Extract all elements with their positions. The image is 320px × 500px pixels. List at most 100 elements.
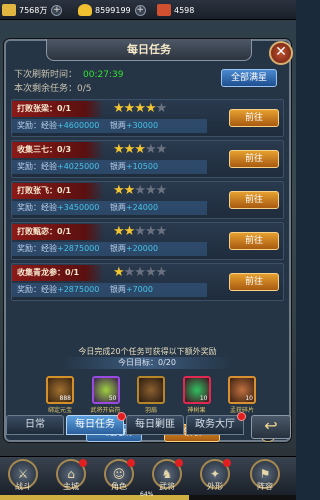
task-name: 打败张梁：0/1 [12, 101, 104, 117]
reward-item[interactable]: 888 绑定元宝 [46, 376, 74, 414]
item-label: 羽扇 [144, 407, 157, 414]
fan-icon [137, 376, 165, 404]
task-row: 收集三七：0/3 ★★★★★ 奖励：经验+4025000 银两+10500 前往 [11, 140, 284, 178]
silver-value: +7000 [125, 285, 153, 294]
remaining-info: 本次剩余任务：0/5 [14, 84, 92, 94]
task-reward: 奖励：经验+2875000 银两+20000 [12, 242, 207, 256]
go-button[interactable]: 前往 [229, 232, 279, 250]
task-row: 打败张梁：0/1 ★★★★★ 奖励：经验+4600000 银两+30000 前往 [11, 99, 284, 137]
exp-value: +4600000 [57, 121, 100, 130]
notification-dot-icon [127, 459, 135, 467]
gold-value: 8599199 [95, 5, 131, 15]
reward-item[interactable]: 羽扇 [137, 376, 165, 414]
refresh-timer: 00:27:39 [83, 70, 124, 80]
nav-appearance[interactable]: ✦ 外形 [200, 459, 231, 492]
gold-ingot-icon [78, 4, 92, 16]
today-goal: 今日目标：0/20 [62, 357, 232, 369]
refresh-label: 下次刷新时间： [14, 70, 78, 80]
star-rating: ★★★★★ [113, 101, 167, 116]
tab-label: 日常 [25, 419, 45, 430]
vip-icon [157, 4, 171, 16]
silver-value: +30000 [125, 121, 159, 130]
go-button[interactable]: 前往 [229, 273, 279, 291]
reward-label: 奖励：经验 [17, 121, 57, 130]
tab-government-hall[interactable]: 政务大厅 [186, 412, 246, 435]
notification-dot-icon [175, 459, 183, 467]
fruit-icon: 10 [182, 376, 211, 404]
star-rating: ★★★★★ [113, 142, 167, 157]
item-label: 神树果 [187, 407, 206, 414]
silver-value: +10500 [125, 162, 159, 171]
go-button[interactable]: 前往 [229, 191, 279, 209]
go-button[interactable]: 前往 [229, 109, 279, 127]
close-button[interactable]: ✕ [269, 41, 293, 65]
task-reward: 奖励：经验+4600000 银两+30000 [12, 119, 207, 133]
tab-daily[interactable]: 日常 [6, 415, 64, 435]
coin-value: 7568万 [19, 5, 48, 15]
silver-label: 银两 [109, 285, 126, 294]
silver-label: 银两 [109, 244, 126, 253]
task-row: 收集青龙参：0/1 ★★★★★ 奖励：经验+2875000 银两+7000 前往 [11, 263, 284, 301]
task-row: 打败张飞：0/1 ★★★★★ 奖励：经验+3450000 银两+24000 前往 [11, 181, 284, 219]
nav-label: 主城 [63, 482, 79, 491]
exp-value: +3450000 [57, 203, 100, 212]
bonus-title: 今日完成20个任务可获得以下额外奖励 [78, 347, 217, 356]
resource-coin: 7568万 + [2, 3, 63, 17]
reward-label: 奖励：经验 [17, 285, 57, 294]
nav-city[interactable]: ⌂ 主城 [56, 459, 87, 492]
resource-gold: 8599199 + [78, 3, 146, 17]
task-list: 打败张梁：0/1 ★★★★★ 奖励：经验+4600000 银两+30000 前往… [11, 99, 284, 304]
nav-formation[interactable]: ⚑ 阵容 [250, 459, 280, 492]
tab-label: 每日任务 [75, 419, 115, 430]
star-rating: ★★★★★ [113, 265, 167, 280]
silver-value: +20000 [125, 244, 159, 253]
nav-label: 外形 [207, 482, 223, 491]
xp-bar: 64% [0, 491, 296, 500]
xp-percent: 64% [140, 491, 154, 498]
resource-bar: 7568万 + 8599199 + 4598 [0, 0, 296, 20]
silver-value: +24000 [125, 203, 159, 212]
star-rating: ★★★★★ [113, 224, 167, 239]
star-rating: ★★★★★ [113, 183, 167, 198]
back-arrow-icon: ↩ [264, 416, 278, 435]
add-coin-button[interactable]: + [51, 4, 63, 16]
nav-label: 阵容 [257, 482, 273, 491]
reward-item[interactable]: 10 孟获碎片 [228, 376, 256, 414]
refresh-info: 下次刷新时间： 00:27:39 [14, 67, 123, 80]
nav-label: 角色 [111, 482, 127, 491]
task-reward: 奖励：经验+4025000 银两+10500 [12, 160, 207, 174]
go-button[interactable]: 前往 [229, 150, 279, 168]
task-reward: 奖励：经验+2875000 银两+7000 [12, 283, 207, 297]
close-icon: ✕ [275, 44, 287, 60]
tab-daily-bandits[interactable]: 每日剿匪 [126, 415, 184, 435]
vip-value: 4598 [174, 5, 195, 15]
silver-label: 银两 [109, 121, 126, 130]
reward-label: 奖励：经验 [17, 244, 57, 253]
task-name: 收集青龙参：0/1 [12, 265, 104, 281]
notification-dot-icon [79, 459, 87, 467]
nav-label: 战斗 [15, 482, 31, 491]
item-label: 绑定元宝 [47, 407, 72, 414]
hero-fragment-icon: 10 [228, 376, 256, 404]
task-name: 打败甄宓：0/1 [12, 224, 104, 240]
talisman-icon: 50 [91, 376, 120, 404]
tab-daily-tasks[interactable]: 每日任务 [66, 412, 126, 435]
reward-item[interactable]: 10 神树果 [182, 376, 211, 414]
tab-label: 政务大厅 [195, 419, 235, 430]
back-button[interactable]: ↩ [251, 415, 291, 439]
notification-dot-icon [237, 412, 246, 421]
exp-value: +4025000 [57, 162, 100, 171]
reward-item[interactable]: 50 武将开启符 [90, 376, 121, 414]
item-count: 50 [108, 395, 117, 402]
nav-generals[interactable]: ♞ 武将 [152, 459, 183, 492]
silver-label: 银两 [109, 203, 126, 212]
complete-all-button[interactable]: 全部满星 [221, 69, 277, 87]
daily-task-dialog: 每日任务 ✕ 下次刷新时间： 00:27:39 本次剩余任务：0/5 全部满星 打… [4, 39, 293, 442]
notification-dot-icon [117, 412, 126, 421]
nav-battle[interactable]: ⚔ 战斗 [8, 459, 38, 492]
bottom-nav: ⚔ 战斗 ⌂ 主城 ☺ 角色 ♞ 武将 ✦ 外形 ⚑ 阵容 64% [0, 456, 296, 500]
coin-icon [2, 4, 16, 16]
nav-character[interactable]: ☺ 角色 [104, 459, 135, 492]
ingot-chest-icon: 888 [46, 376, 74, 404]
add-gold-button[interactable]: + [134, 4, 146, 16]
